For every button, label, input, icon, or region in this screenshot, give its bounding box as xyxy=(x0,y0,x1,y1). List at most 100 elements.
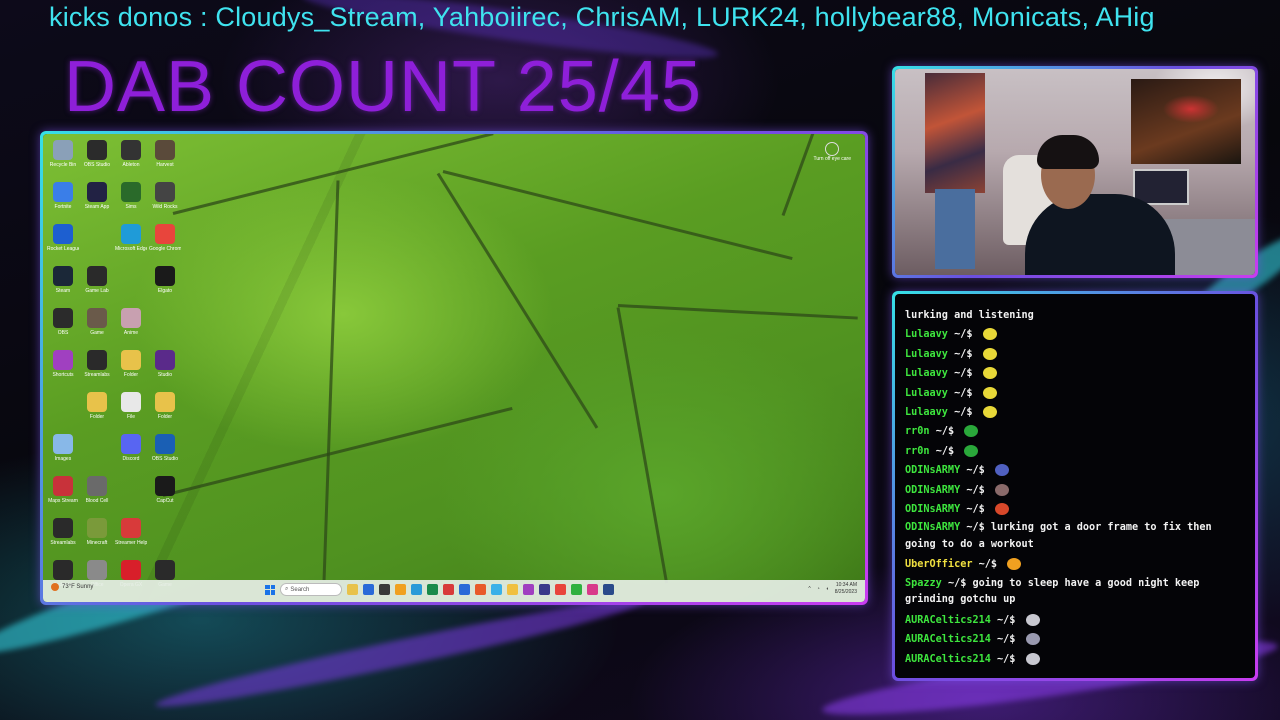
desktop-icon[interactable]: File xyxy=(115,392,147,434)
taskbar-app-icon[interactable] xyxy=(363,584,374,595)
desktop-icon[interactable]: Elgato xyxy=(149,266,181,308)
sun-icon xyxy=(51,583,59,591)
discord-icon xyxy=(121,434,141,454)
chat-username[interactable]: Lulaavy xyxy=(905,368,948,379)
desktop-icon[interactable]: Rocket League xyxy=(47,224,79,266)
chat-username[interactable]: UberOfficer xyxy=(905,559,972,570)
chat-emote-icon xyxy=(1025,652,1040,665)
desktop-icon[interactable]: Folder xyxy=(115,350,147,392)
desktop-icon[interactable]: CapCut xyxy=(149,476,181,518)
desktop-icon[interactable]: Game Lab xyxy=(81,266,113,308)
desktop-icon[interactable]: Streamer Helper xyxy=(115,518,147,560)
desktop-icon[interactable]: Game xyxy=(81,308,113,350)
chat-message: ODINsARMY ~/$ lurking got a door frame t… xyxy=(905,520,1245,553)
chat-username[interactable]: Lulaavy xyxy=(905,388,948,399)
chat-username[interactable]: rr0n xyxy=(905,426,930,437)
chat-message: lurking and listening xyxy=(905,306,1245,325)
taskbar-app-icon[interactable] xyxy=(443,584,454,595)
start-button-icon[interactable] xyxy=(265,584,275,595)
chat-username[interactable]: Lulaavy xyxy=(905,349,948,360)
chat-message: Spazzy ~/$ going to sleep have a good ni… xyxy=(905,576,1245,609)
desktop-icon[interactable]: Maps Stream xyxy=(47,476,79,518)
taskbar-app-icon[interactable] xyxy=(539,584,550,595)
eye-care-widget[interactable]: Turn off eye care xyxy=(813,142,851,162)
chat-emote-icon xyxy=(982,406,997,419)
desktop-icon[interactable]: Streamlabs xyxy=(81,350,113,392)
chat-prompt: ~/$ xyxy=(954,329,973,341)
desktop-icon[interactable]: Wild Rocks xyxy=(149,182,181,224)
desktop-icon[interactable]: Sims xyxy=(115,182,147,224)
desktop-icon[interactable]: Steam App xyxy=(81,182,113,224)
chat-username[interactable]: ODINsARMY xyxy=(905,522,960,533)
webcam-feed xyxy=(895,69,1255,275)
desktop-icon[interactable]: Blood Cell xyxy=(81,476,113,518)
chat-username[interactable]: ODINsARMY xyxy=(905,465,960,476)
folder-icon xyxy=(121,350,141,370)
desktop-icon[interactable]: Images xyxy=(47,434,79,476)
desktop-icon[interactable]: Microsoft Edge xyxy=(115,224,147,266)
chat-message: UberOfficer ~/$ xyxy=(905,555,1245,574)
volume-icon[interactable]: ◖ xyxy=(826,586,829,592)
taskbar-app-icon[interactable] xyxy=(475,584,486,595)
tray-chevron-icon[interactable]: ^ xyxy=(808,586,810,592)
chat-message: Lulaavy ~/$ xyxy=(905,384,1245,403)
taskbar-app-icon[interactable] xyxy=(459,584,470,595)
desktop-icon[interactable]: Minecraft xyxy=(81,518,113,560)
chat-message: Lulaavy ~/$ xyxy=(905,345,1245,364)
desktop-icon[interactable]: Shortcuts xyxy=(47,350,79,392)
taskbar-app-icon[interactable] xyxy=(347,584,358,595)
desktop-icon[interactable]: Discord xyxy=(115,434,147,476)
taskbar-app-icon[interactable] xyxy=(603,584,614,595)
chat-username[interactable]: rr0n xyxy=(905,446,930,457)
desktop-icon-label: OBS Studio xyxy=(151,456,179,462)
chat-emote-icon xyxy=(994,483,1009,496)
desktop-icon[interactable]: Folder xyxy=(81,392,113,434)
app-icon xyxy=(155,350,175,370)
desktop-icon[interactable]: Fortnite xyxy=(47,182,79,224)
desktop-icon[interactable]: Streamlabs xyxy=(47,518,79,560)
weather-widget[interactable]: 73°F Sunny xyxy=(51,583,93,591)
desktop-icon[interactable]: Harvest xyxy=(149,140,181,182)
desktop-icon-label: Recycle Bin xyxy=(49,162,77,168)
desktop-icon[interactable]: Ableton xyxy=(115,140,147,182)
taskbar-app-icon[interactable] xyxy=(379,584,390,595)
desktop-icon-label: Streamlabs xyxy=(50,540,76,546)
chat-username[interactable]: ODINsARMY xyxy=(905,504,960,515)
chat-username[interactable]: AURACeltics214 xyxy=(905,634,991,645)
chat-username[interactable]: Lulaavy xyxy=(905,329,948,340)
chat-username[interactable]: Lulaavy xyxy=(905,407,948,418)
desktop-screen: Recycle Bin OBS Studio Ableton Harvest Fortn… xyxy=(43,134,865,602)
desktop-icon[interactable]: Anime xyxy=(115,308,147,350)
taskbar-app-icon[interactable] xyxy=(507,584,518,595)
capcut-icon xyxy=(155,476,175,496)
taskbar-app-icon[interactable] xyxy=(411,584,422,595)
taskbar-app-icon[interactable] xyxy=(555,584,566,595)
chat-username[interactable]: AURACeltics214 xyxy=(905,615,991,626)
taskbar-app-icon[interactable] xyxy=(491,584,502,595)
taskbar-app-icon[interactable] xyxy=(587,584,598,595)
desktop-icon[interactable]: Recycle Bin xyxy=(47,140,79,182)
folder-icon xyxy=(87,392,107,412)
taskbar-search-input[interactable]: ⌕ Search xyxy=(280,583,342,596)
desktop-icon[interactable]: OBS Studio xyxy=(149,434,181,476)
network-icon[interactable]: ◔ xyxy=(817,586,820,592)
chat-prompt: ~/$ xyxy=(935,426,955,438)
taskbar-app-icon[interactable] xyxy=(571,584,582,595)
recycle-bin-icon xyxy=(53,140,73,160)
desktop-icon-label: Images xyxy=(54,456,72,462)
taskbar-app-icon[interactable] xyxy=(427,584,438,595)
desktop-icon[interactable]: OBS xyxy=(47,308,79,350)
tray-clock[interactable]: 10:34 AM 8/25/2023 xyxy=(835,582,857,596)
app-icon xyxy=(87,308,107,328)
desktop-icon[interactable]: Steam xyxy=(47,266,79,308)
taskbar-app-icon[interactable] xyxy=(395,584,406,595)
desktop-icon[interactable]: Google Chrome xyxy=(149,224,181,266)
taskbar-app-icon[interactable] xyxy=(523,584,534,595)
desktop-icon[interactable]: Folder xyxy=(149,392,181,434)
chat-username[interactable]: ODINsARMY xyxy=(905,485,960,496)
chat-username[interactable]: Spazzy xyxy=(905,578,942,589)
chat-prompt: ~/$ xyxy=(997,614,1016,626)
desktop-icon[interactable]: Studio xyxy=(149,350,181,392)
desktop-icon[interactable]: OBS Studio xyxy=(81,140,113,182)
chat-username[interactable]: AURACeltics214 xyxy=(905,654,991,665)
